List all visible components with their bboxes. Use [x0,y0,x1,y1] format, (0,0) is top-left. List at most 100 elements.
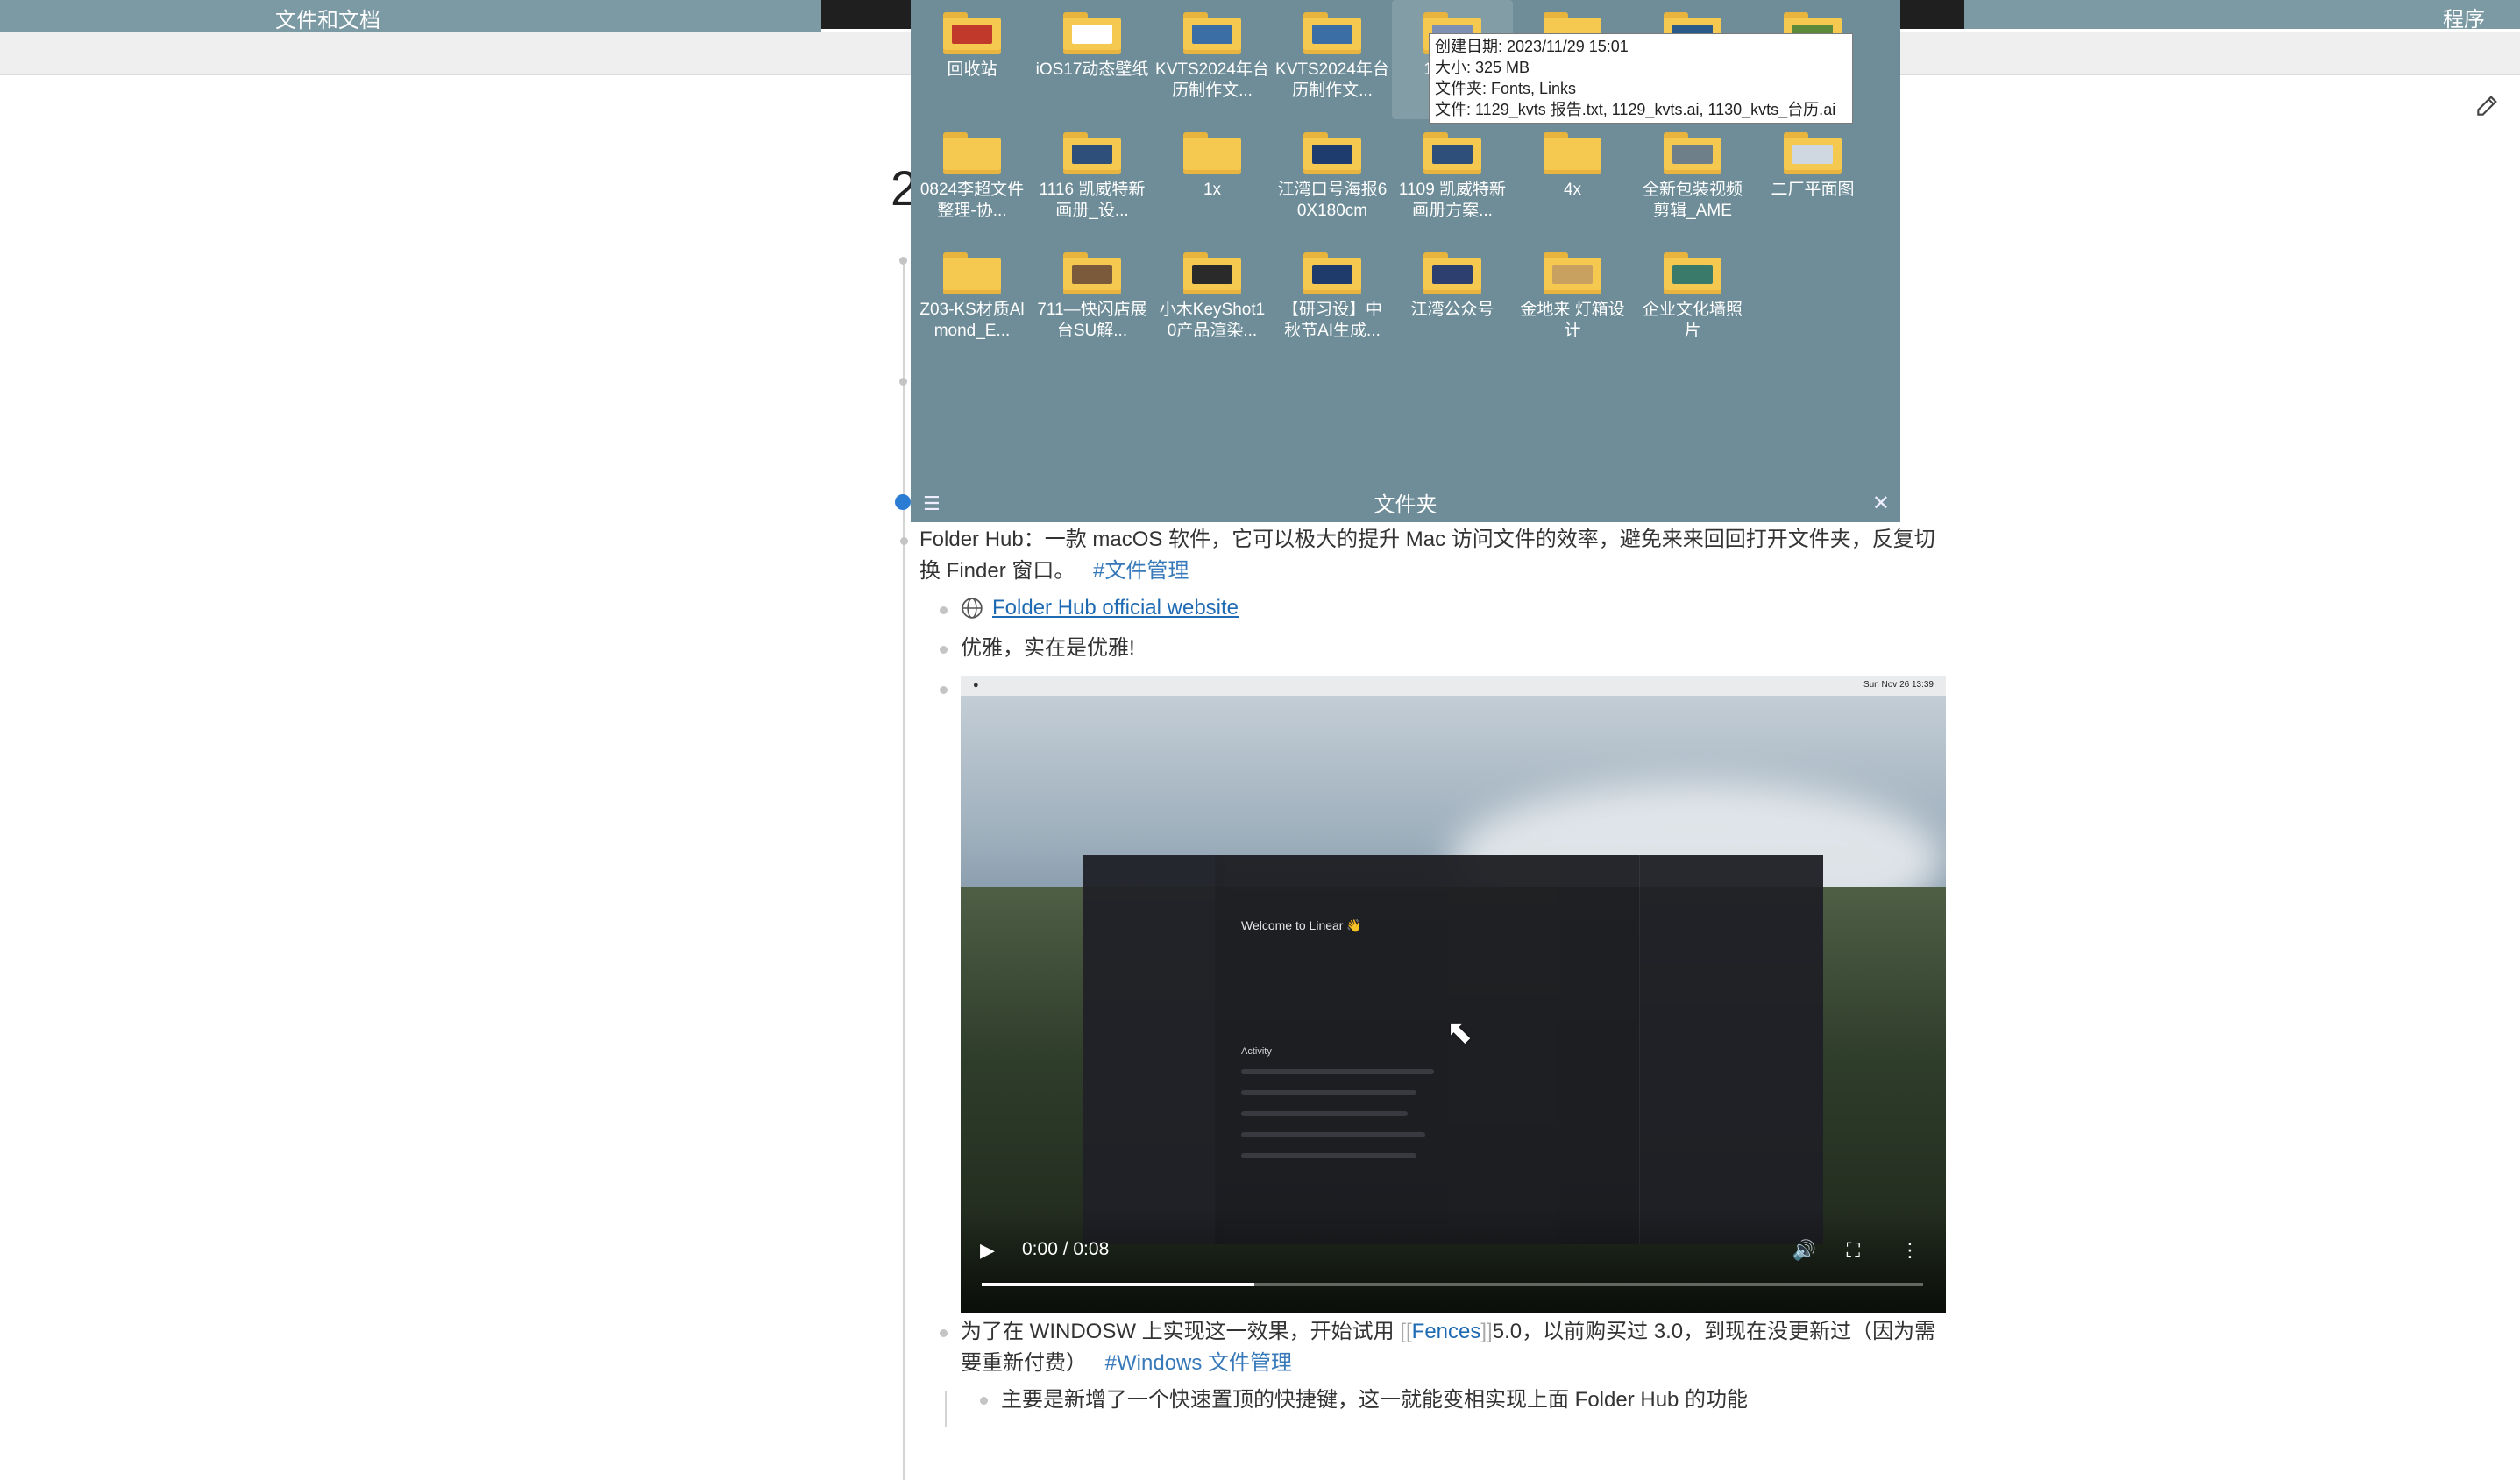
folder-label: 1109 凯威特新画册方案... [1398,181,1507,220]
folder-label: 金地来 灯箱设计 [1520,301,1625,340]
sub-note: 主要是新增了一个快速置顶的快捷键，这一就能变相实现上面 Folder Hub 的… [1001,1388,1749,1412]
video-time: 0:00 / 0:08 [1022,1239,1110,1259]
bracket-open: [[ [1400,1320,1412,1343]
folder-label: 0824李超文件整理-协... [919,181,1025,220]
folder-item[interactable]: KVTS2024年台历制作文... [1152,0,1273,119]
folder-item[interactable]: 江湾口号海报60X180cm [1272,120,1393,239]
folder-label: Z03-KS材质Almond_E... [919,301,1025,340]
folder-icon [1183,132,1241,174]
folder-icon [1303,252,1361,294]
folder-item[interactable]: 回收站 [912,0,1033,119]
right-tab-title[interactable]: 程序 [2443,2,2485,32]
apple-icon: ● [973,680,979,690]
folder-icon [1303,12,1361,54]
outline-bullet[interactable] [980,1397,988,1405]
folder-item[interactable]: 0824李超文件整理-协... [912,120,1033,239]
activity-line [1241,1069,1434,1074]
folder-item[interactable]: 711—快闪店展台SU解... [1032,240,1153,359]
folder-label: 二厂平面图 [1771,181,1855,199]
praise-text: 优雅，实在是优雅! [961,636,1135,660]
folder-icon [943,252,1001,294]
video-progress-fill [982,1283,1255,1286]
tag-file-management[interactable]: #文件管理 [1093,559,1189,583]
folder-item[interactable]: 企业文化墙照片 [1632,240,1753,359]
folder-icon [1063,252,1121,294]
folder-label: KVTS2024年台历制作文... [1275,60,1389,100]
outline-bullet[interactable] [940,686,948,694]
tooltip-folders: 文件夹: Fonts, Links [1435,80,1577,97]
folder-label: 江湾公众号 [1410,301,1494,319]
app-heading: Welcome to Linear 👋 [1241,918,1362,932]
folder-label: 回收站 [947,60,997,79]
folder-label: 4x [1563,181,1582,199]
outline-bullet[interactable] [940,606,948,614]
outline-bullet[interactable] [940,646,948,654]
mouse-cursor-icon: ⬉ [1446,1014,1473,1050]
fences-link[interactable]: Fences [1412,1320,1481,1343]
globe-icon [962,598,983,619]
left-tab-title[interactable]: 文件和文档 [275,3,380,33]
paragraph-folder-hub[interactable]: Folder Hub：一款 macOS 软件，它可以极大的提升 Mac 访问文件… [919,524,1954,587]
paragraph-fences[interactable]: 为了在 WINDOSW 上实现这一效果，开始试用 [[Fences]]5.0，以… [961,1316,1951,1379]
paragraph-text: 为了在 WINDOSW 上实现这一效果，开始试用 [961,1320,1401,1343]
outline-guide-nested [945,1391,947,1427]
folder-item[interactable]: 江湾公众号 [1392,240,1513,359]
play-icon[interactable]: ▶ [980,1239,995,1262]
folder-item[interactable]: 金地来 灯箱设计 [1512,240,1633,359]
folder-item[interactable]: 1x [1152,120,1273,239]
outline-bullet[interactable] [940,1329,948,1337]
folder-item[interactable]: 1109 凯威特新画册方案... [1392,120,1513,239]
folder-label: 江湾口号海报60X180cm [1277,181,1388,220]
folder-icon [1544,132,1601,174]
folder-icon [1063,12,1121,54]
activity-line [1241,1111,1408,1116]
folder-label: 711—快闪店展台SU解... [1037,301,1147,340]
close-icon[interactable]: ✕ [1872,491,1890,516]
folder-label: 【研习设】中秋节AI生成... [1281,301,1382,340]
folder-icon [1183,252,1241,294]
folder-item[interactable]: 4x [1512,120,1633,239]
folder-icon [1303,132,1361,174]
folder-popup-title: 文件夹 [1374,493,1437,517]
folder-item[interactable]: 【研习设】中秋节AI生成... [1272,240,1393,359]
right-panel-header: 程序 [1964,0,2520,32]
mac-menubar: ● Sun Nov 26 13:39 [961,676,1946,696]
folder-item[interactable]: iOS17动态壁纸 [1032,0,1153,119]
folder-item[interactable]: 全新包装视频剪辑_AME [1632,120,1753,239]
fullscreen-icon[interactable]: ⛶ [1847,1239,1860,1262]
outline-bullet-active[interactable] [895,494,911,510]
folder-label: 企业文化墙照片 [1642,301,1743,340]
folder-label: 全新包装视频剪辑_AME [1642,181,1743,220]
app-detail-panel [1639,855,1823,1244]
folder-icon [1423,252,1481,294]
folder-icon [1664,252,1721,294]
video-progress-track[interactable] [982,1283,1923,1286]
folder-item[interactable]: 小木KeyShot10产品渲染... [1152,240,1273,359]
app-sidebar [1083,855,1215,1244]
bracket-close: ]] [1480,1320,1493,1343]
tooltip-size: 大小: 325 MB [1435,59,1530,76]
outline-bullet[interactable] [900,537,908,545]
outline-bullet[interactable] [899,378,907,386]
folder-hub-website-link[interactable]: Folder Hub official website [992,592,1239,624]
volume-icon[interactable]: 🔊 [1792,1239,1816,1262]
left-panel-header: 文件和文档 [0,0,821,32]
activity-line [1241,1132,1425,1137]
outline-bullet[interactable] [899,257,907,265]
folder-item[interactable]: 二厂平面图 [1752,120,1873,239]
folder-icon [1063,132,1121,174]
activity-line [1241,1090,1416,1095]
folder-label: KVTS2024年台历制作文... [1155,60,1269,100]
folder-label: iOS17动态壁纸 [1035,60,1149,79]
folder-item[interactable]: Z03-KS材质Almond_E... [912,240,1033,359]
folder-icon [1664,132,1721,174]
video-player[interactable]: ● Sun Nov 26 13:39 Welcome to Linear 👋 A… [961,676,1946,1313]
more-options-icon[interactable]: ⋮ [1900,1239,1920,1262]
folder-icon [1544,252,1601,294]
folder-item[interactable]: 1116 凯威特新画册_设... [1032,120,1153,239]
pencil-icon[interactable] [2474,91,2502,119]
folder-icon [943,132,1001,174]
folder-label: 1x [1203,181,1222,199]
tag-windows-file-management[interactable]: #Windows 文件管理 [1105,1351,1292,1375]
folder-item[interactable]: KVTS2024年台历制作文... [1272,0,1393,119]
